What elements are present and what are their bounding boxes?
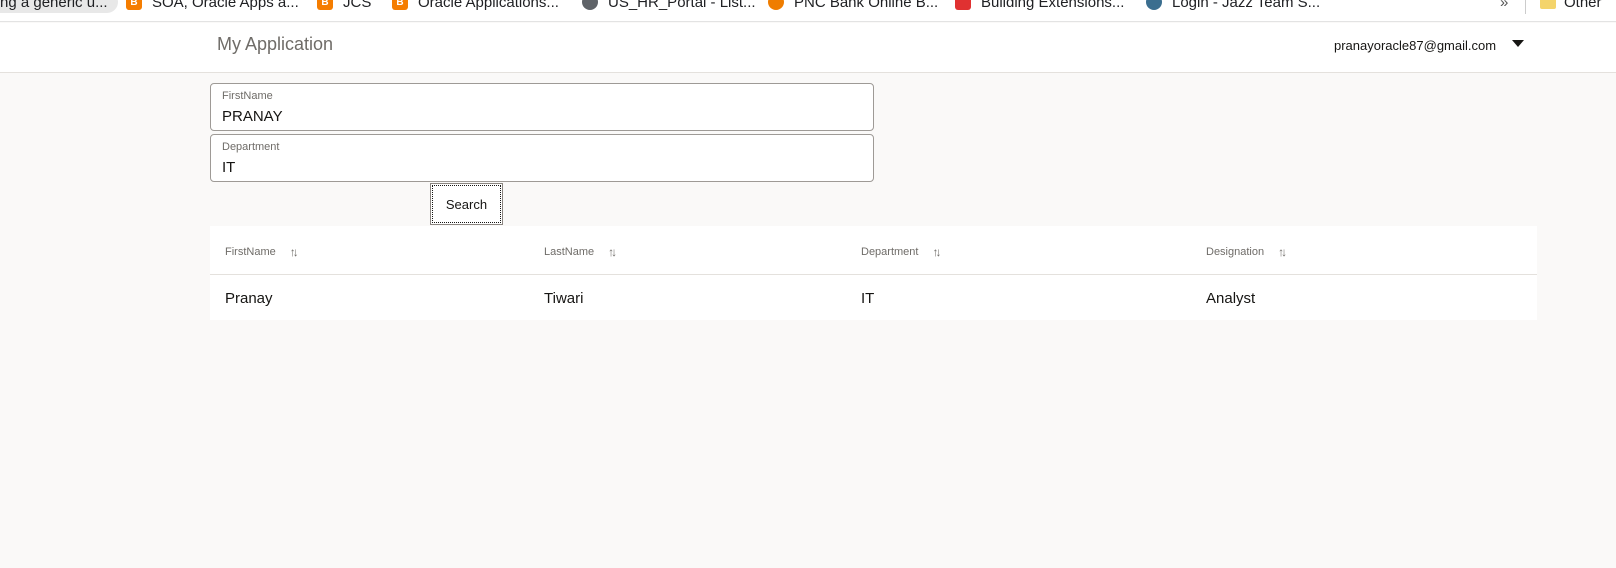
search-button[interactable]: Search [430, 183, 503, 225]
bookmark-label: JCS [343, 0, 372, 11]
sort-icon: ↑↓ [289, 245, 299, 259]
overflow-chevron-icon: » [1500, 0, 1509, 11]
jazz-icon [1146, 0, 1162, 10]
cell-lastname: Tiwari [544, 290, 584, 307]
bookmark-label: Login - Jazz Team S... [1172, 0, 1321, 11]
first-name-input[interactable] [222, 105, 862, 127]
folder-icon [1540, 0, 1556, 9]
bookmark-item[interactable]: PNC Bank Online B... [768, 0, 938, 13]
bookmarks-overflow-button[interactable]: » [1500, 0, 1508, 13]
bookmark-label: ng a generic u... [0, 0, 108, 11]
first-name-field[interactable]: FirstName [210, 83, 874, 131]
column-header-lastname[interactable]: LastName ↑↓ [544, 245, 617, 259]
bookmark-item[interactable]: B SOA, Oracle Apps a... [126, 0, 299, 13]
column-header-designation[interactable]: Designation ↑↓ [1206, 245, 1287, 259]
bookmark-label: US_HR_Portal - List... [608, 0, 756, 11]
blogger-icon: B [126, 0, 142, 10]
table-row[interactable]: Pranay Tiwari IT Analyst [210, 276, 1537, 320]
column-header-department[interactable]: Department ↑↓ [861, 245, 941, 259]
first-name-label: FirstName [222, 90, 273, 102]
sort-icon: ↑↓ [608, 245, 617, 259]
bookmark-label: SOA, Oracle Apps a... [152, 0, 299, 11]
oracle-icon [955, 0, 971, 10]
app-header: My Application pranayoracle87@gmail.com [0, 23, 1616, 73]
cell-firstname: Pranay [225, 290, 273, 307]
table-header: FirstName ↑↓ LastName ↑↓ Department ↑↓ D… [210, 226, 1537, 275]
bookmark-item[interactable]: ng a generic u... [0, 0, 118, 13]
bookmark-item[interactable]: B JCS [317, 0, 371, 13]
bookmark-label: Building Extensions... [981, 0, 1125, 11]
app-title: My Application [217, 34, 334, 54]
bookmark-item[interactable]: Login - Jazz Team S... [1146, 0, 1320, 13]
user-menu[interactable]: pranayoracle87@gmail.com [1334, 38, 1525, 53]
bookmarks-bar: ng a generic u... B SOA, Oracle Apps a..… [0, 0, 1616, 22]
other-bookmarks-folder[interactable]: Other [1540, 0, 1602, 13]
globe-icon [582, 0, 598, 10]
column-header-label: Designation [1206, 246, 1265, 258]
department-field[interactable]: Department [210, 134, 874, 182]
sort-icon: ↑↓ [932, 245, 941, 259]
column-header-label: Department [861, 246, 919, 258]
column-header-firstname[interactable]: FirstName ↑↓ [225, 245, 299, 259]
blogger-icon: B [317, 0, 333, 10]
blogger-icon: B [392, 0, 408, 10]
department-input[interactable] [222, 156, 862, 178]
column-header-label: LastName [544, 246, 595, 258]
bookmark-item[interactable]: Building Extensions... [955, 0, 1124, 13]
caret-down-icon [1512, 40, 1525, 47]
user-email: pranayoracle87@gmail.com [1334, 38, 1497, 53]
results-table: FirstName ↑↓ LastName ↑↓ Department ↑↓ D… [210, 226, 1537, 320]
sort-icon: ↑↓ [1278, 245, 1287, 259]
pnc-icon [768, 0, 784, 10]
other-bookmarks-label: Other [1564, 0, 1602, 11]
bookmark-item[interactable]: US_HR_Portal - List... [582, 0, 756, 13]
cell-designation: Analyst [1206, 290, 1256, 307]
bookmark-label: Oracle Applications... [418, 0, 559, 11]
column-header-label: FirstName [225, 246, 276, 258]
department-label: Department [222, 141, 280, 153]
bookmark-item[interactable]: B Oracle Applications... [392, 0, 559, 13]
bookmarks-divider [1525, 0, 1526, 14]
cell-department: IT [861, 290, 875, 307]
bookmark-label: PNC Bank Online B... [794, 0, 939, 11]
